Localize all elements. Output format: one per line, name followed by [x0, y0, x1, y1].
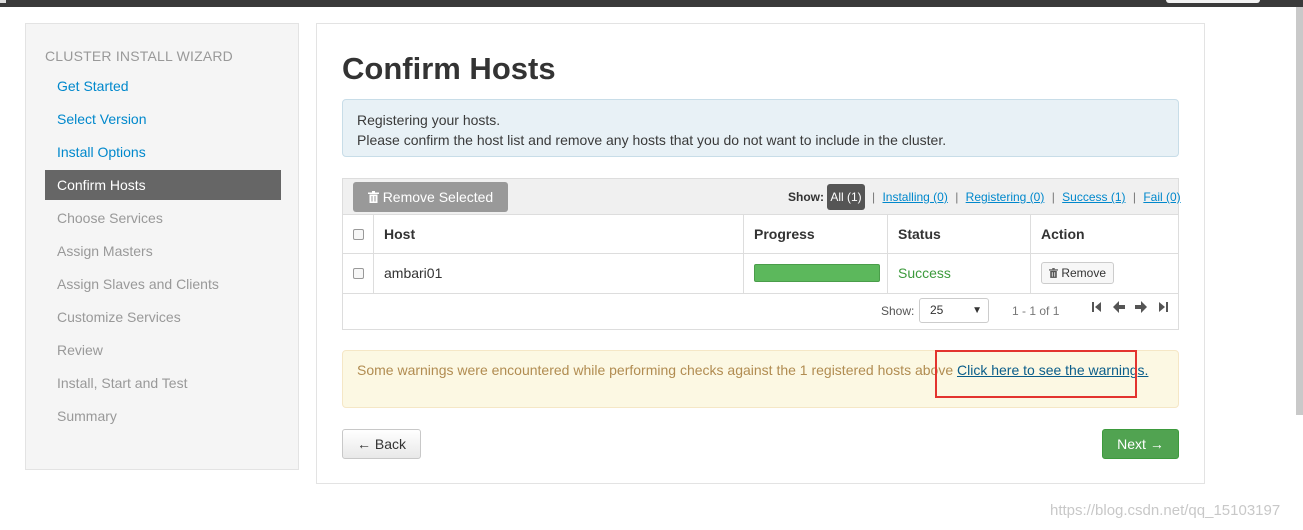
header-action: Action: [1041, 226, 1085, 242]
sidebar-item-get-started[interactable]: Get Started: [45, 71, 281, 101]
table-row: ambari01 Success Remove: [343, 253, 1178, 294]
watermark: https://blog.csdn.net/qq_15103197: [1050, 502, 1281, 519]
header-progress: Progress: [744, 215, 888, 253]
page-scrollbar[interactable]: [1296, 7, 1303, 415]
row-checkbox-cell: [343, 253, 374, 293]
wizard-sidebar: CLUSTER INSTALL WIZARD Get Started Selec…: [25, 23, 299, 470]
header-checkbox-cell: [343, 215, 374, 253]
progress-bar: [754, 264, 880, 282]
info-line-1: Registering your hosts.: [357, 112, 501, 128]
sidebar-item-customize-services: Customize Services: [57, 309, 181, 325]
sidebar-item-assign-masters: Assign Masters: [57, 243, 153, 259]
filter-separator: |: [1132, 190, 1136, 204]
filter-registering-link[interactable]: Registering (0): [966, 190, 1045, 204]
sidebar-title: CLUSTER INSTALL WIZARD: [45, 48, 233, 64]
info-alert: Registering your hosts. Please confirm t…: [342, 99, 1179, 157]
top-bar-button[interactable]: [1166, 0, 1260, 3]
trash-icon: [1049, 266, 1061, 280]
sidebar-item-select-version[interactable]: Select Version: [45, 104, 281, 134]
pager-show-label: Show:: [881, 304, 915, 318]
see-warnings-link[interactable]: Click here to see the warnings.: [957, 362, 1148, 378]
status-filters: | Installing (0) | Registering (0) | Suc…: [868, 190, 1181, 204]
chevron-down-icon: ▼: [972, 305, 982, 316]
sidebar-item-confirm-hosts[interactable]: Confirm Hosts: [45, 170, 281, 200]
pager-range: 1 - 1 of 1: [1012, 304, 1060, 318]
filter-all-button[interactable]: All (1): [827, 184, 865, 210]
row-action-cell: Remove: [1031, 253, 1178, 293]
sidebar-item-assign-slaves: Assign Slaves and Clients: [57, 276, 219, 292]
header-status: Status: [888, 215, 1031, 253]
warning-alert: Some warnings were encountered while per…: [342, 350, 1179, 408]
trash-icon: [367, 189, 383, 205]
warning-text: Some warnings were encountered while per…: [357, 362, 957, 378]
hosts-table-box: Remove Selected Show: All (1) | Installi…: [342, 178, 1181, 330]
prev-page-icon[interactable]: [1113, 301, 1125, 316]
next-button[interactable]: Next →: [1102, 429, 1179, 459]
remove-selected-label: Remove Selected: [382, 189, 494, 205]
filter-separator: |: [955, 190, 959, 204]
row-host: ambari01: [374, 253, 744, 293]
first-page-icon[interactable]: [1092, 301, 1102, 316]
remove-host-label: Remove: [1061, 266, 1107, 280]
remove-selected-button[interactable]: Remove Selected: [353, 182, 508, 212]
row-checkbox[interactable]: [353, 267, 364, 279]
table-pager: Show: 25 ▼ 1 - 1 of 1: [343, 293, 1178, 329]
filter-fail-link[interactable]: Fail (0): [1143, 190, 1180, 204]
page-size-value: 25: [930, 303, 944, 317]
filter-show-label: Show:: [788, 190, 824, 204]
page-title: Confirm Hosts: [342, 51, 556, 86]
top-bar: [0, 0, 1303, 7]
filter-success-link[interactable]: Success (1): [1062, 190, 1125, 204]
last-page-icon[interactable]: [1158, 301, 1168, 316]
select-all-checkbox[interactable]: [353, 228, 364, 240]
sidebar-item-choose-services: Choose Services: [57, 210, 163, 226]
page-size-select[interactable]: 25 ▼: [919, 298, 989, 323]
row-status[interactable]: Success: [888, 253, 1031, 293]
header-host: Host: [374, 215, 744, 253]
main-panel: Confirm Hosts Registering your hosts. Pl…: [316, 23, 1205, 484]
hosts-toolbar: Remove Selected Show: All (1) | Installi…: [343, 179, 1181, 215]
table-header-row: Host Progress Status Action: [343, 215, 1178, 254]
sidebar-item-review: Review: [57, 342, 103, 358]
sidebar-item-summary: Summary: [57, 408, 117, 424]
filter-separator: |: [1051, 190, 1055, 204]
filter-separator: |: [872, 190, 876, 204]
row-progress-cell: [744, 253, 888, 293]
top-bar-edge: [0, 0, 6, 3]
next-page-icon[interactable]: [1135, 301, 1147, 316]
info-line-2: Please confirm the host list and remove …: [357, 132, 947, 148]
sidebar-item-install-start-test: Install, Start and Test: [57, 375, 188, 391]
filter-installing-link[interactable]: Installing (0): [882, 190, 947, 204]
remove-host-button[interactable]: Remove: [1041, 262, 1115, 284]
sidebar-item-install-options[interactable]: Install Options: [45, 137, 281, 167]
back-button[interactable]: ← Back: [342, 429, 421, 459]
